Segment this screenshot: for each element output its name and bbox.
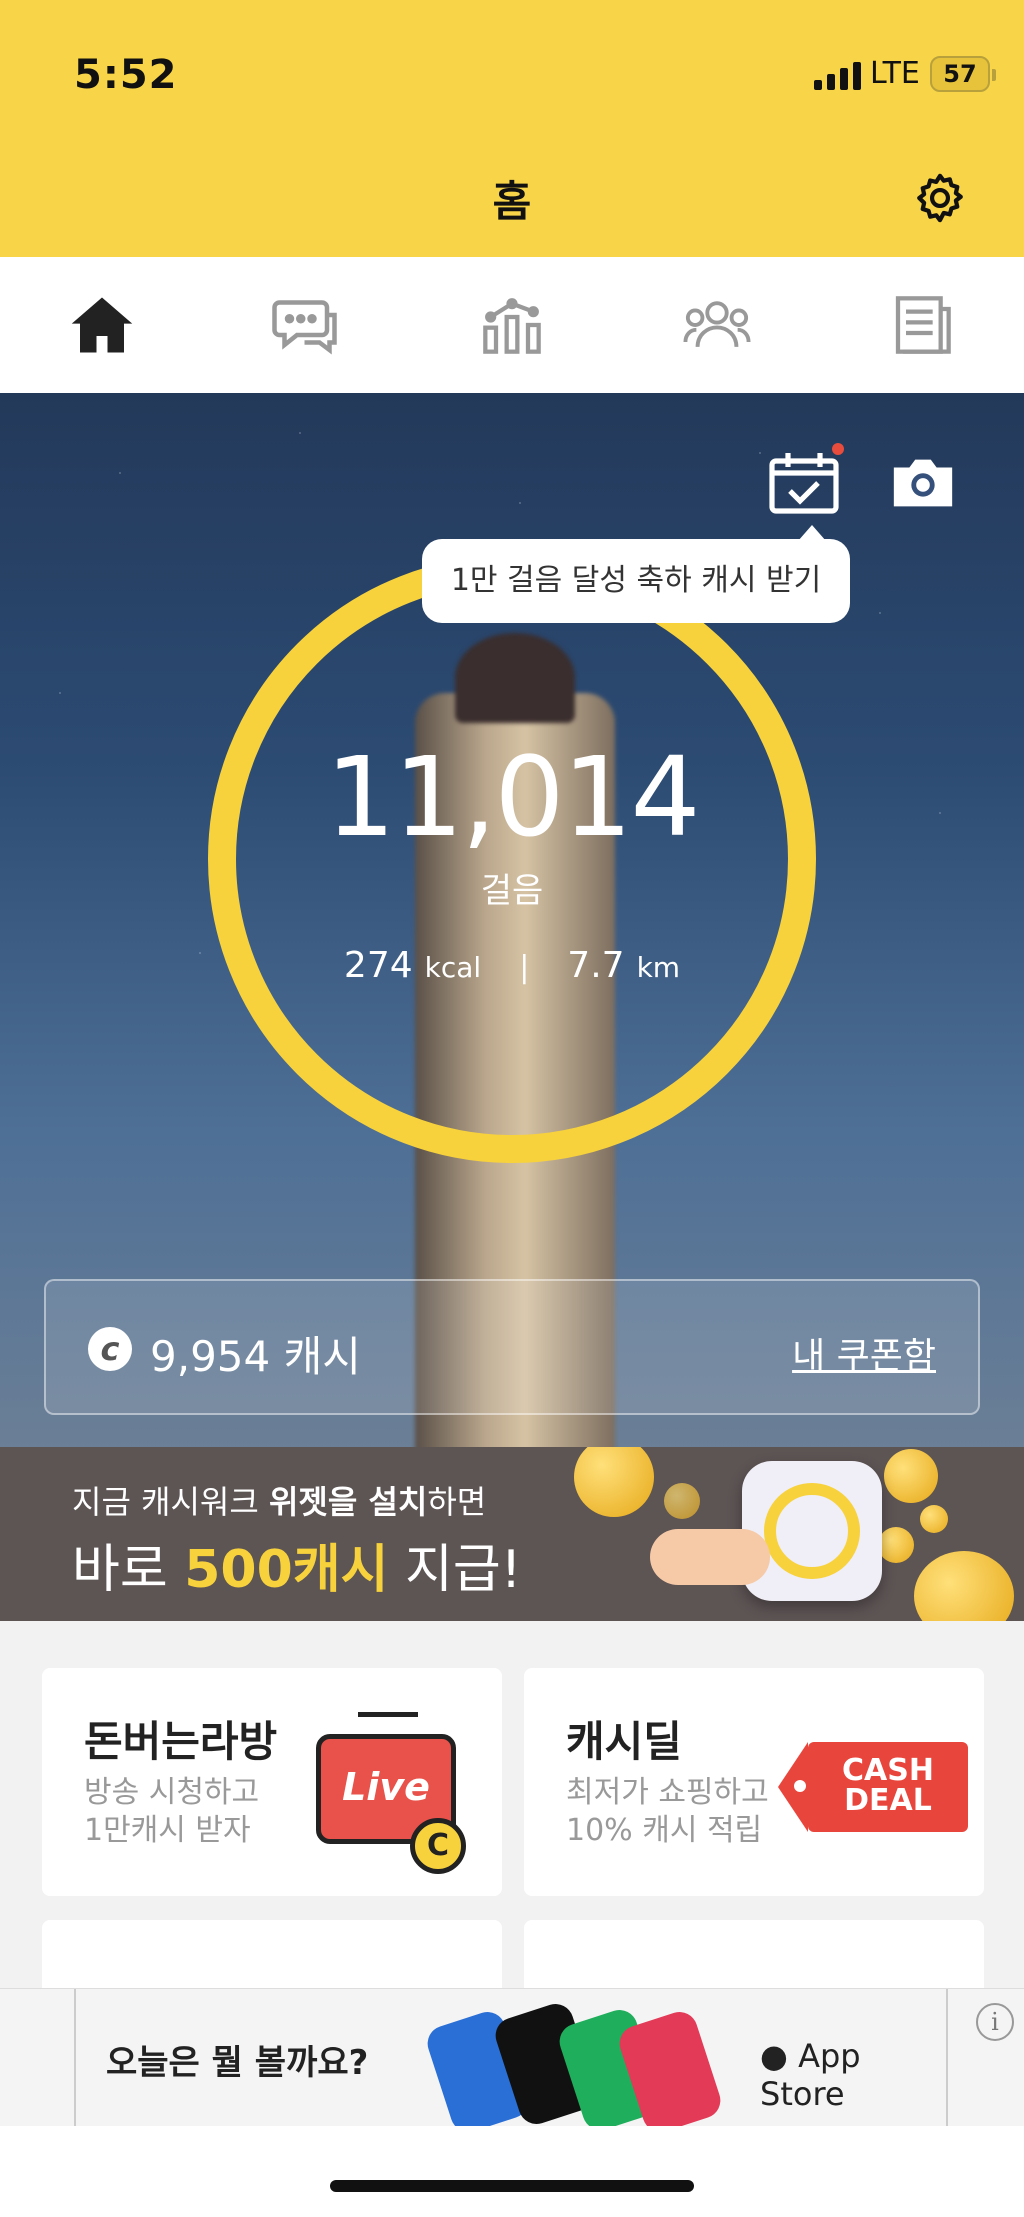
top-bar: 5:52 LTE 57 홈	[0, 0, 1024, 257]
page-title: 홈	[492, 177, 532, 226]
notification-dot	[832, 443, 844, 455]
widget-preview-icon	[742, 1461, 882, 1601]
distance-unit: km	[636, 951, 681, 984]
chat-icon	[272, 300, 337, 355]
banner-line2-text: 바로	[72, 1540, 185, 1600]
card-subtitle-line2: 1만캐시 받자	[84, 1813, 251, 1848]
card-subtitle-line1: 방송 시청하고	[84, 1775, 260, 1810]
distance-value: 7.7	[567, 945, 625, 986]
card-title: 캐시딜	[566, 1717, 682, 1766]
network-type: LTE	[870, 56, 920, 91]
apple-icon: ●	[760, 2037, 788, 2075]
gold-coin-icon	[920, 1505, 948, 1533]
gold-coin-icon	[664, 1483, 700, 1519]
banner-line2: 바로 500캐시 지급!	[72, 1527, 522, 1602]
group-icon	[683, 301, 751, 348]
coupon-box-link[interactable]: 내 쿠폰함	[792, 1327, 936, 1379]
cash-deal-label-2: DEAL	[844, 1783, 932, 1818]
camera-icon[interactable]	[888, 455, 958, 511]
tab-home[interactable]	[62, 285, 142, 365]
live-label: Live	[342, 1765, 430, 1809]
kcal-value: 274	[343, 945, 413, 986]
app-store-label: ● App Store	[760, 2037, 946, 2113]
banner-line1-bold: 위젯을 설치	[268, 1483, 428, 1521]
card-cash-deal[interactable]: 캐시딜 최저가 쇼핑하고 10% 캐시 적립 CASH DEAL	[524, 1668, 984, 1896]
tab-bar	[0, 257, 1024, 393]
gold-coin-icon	[878, 1527, 914, 1563]
cash-coin-icon: C	[410, 1818, 466, 1874]
home-icon	[72, 297, 133, 353]
gold-coin-icon	[884, 1449, 938, 1503]
ranking-icon	[483, 298, 541, 354]
ad-headline: 오늘은 뭘 볼까요?	[106, 2043, 369, 2083]
step-count: 11,014	[325, 733, 701, 861]
card-title: 돈버는라방	[84, 1717, 278, 1766]
ad-banner[interactable]: 오늘은 뭘 볼까요? ● App Store i	[0, 1988, 1024, 2137]
step-unit: 걸음	[480, 871, 544, 911]
cash-coin-icon: c	[88, 1327, 132, 1371]
tab-news[interactable]	[882, 285, 962, 365]
ad-content: 오늘은 뭘 볼까요? ● App Store	[74, 1989, 948, 2137]
cash-deal-tag-icon: CASH DEAL	[778, 1742, 968, 1832]
gear-icon[interactable]	[912, 170, 968, 226]
gold-coin-icon	[574, 1447, 654, 1517]
banner-line1-text: 지금 캐시워크	[72, 1483, 269, 1521]
card-subtitle: 최저가 쇼핑하고 10% 캐시 적립	[566, 1774, 769, 1850]
signal-icon	[814, 58, 861, 90]
banner-highlight: 500캐시	[184, 1540, 389, 1600]
info-icon[interactable]: i	[976, 2003, 1014, 2041]
home-indicator[interactable]	[330, 2180, 694, 2192]
tab-chat[interactable]	[267, 285, 347, 365]
card-subtitle-line2: 10% 캐시 적립	[566, 1813, 763, 1848]
card-subtitle-line1: 최저가 쇼핑하고	[566, 1775, 769, 1810]
tab-community[interactable]	[677, 285, 757, 365]
calendar-check-icon[interactable]	[768, 451, 840, 515]
gold-coin-icon	[914, 1551, 1014, 1621]
banner-line1: 지금 캐시워크 위젯을 설치하면	[72, 1477, 486, 1523]
news-icon	[895, 296, 951, 354]
banner-line1-suffix: 하면	[427, 1483, 487, 1521]
card-subtitle: 방송 시청하고 1만캐시 받자	[84, 1774, 259, 1850]
activity-metrics: 274 kcal | 7.7 km	[0, 945, 1024, 986]
metric-divider: |	[519, 950, 530, 985]
tab-ranking[interactable]	[472, 285, 552, 365]
widget-promo-banner[interactable]: 지금 캐시워크 위젯을 설치하면 바로 500캐시 지급!	[0, 1447, 1024, 1621]
kcal-unit: kcal	[424, 951, 482, 984]
cash-balance-box[interactable]: c 9,954 캐시 내 쿠폰함	[44, 1279, 980, 1415]
cash-deal-label-1: CASH	[842, 1753, 934, 1788]
celebration-tooltip[interactable]: 1만 걸음 달성 축하 캐시 받기	[422, 525, 850, 623]
status-time: 5:52	[74, 52, 178, 98]
banner-line2-suffix: 지급!	[388, 1540, 522, 1600]
card-live-shopping[interactable]: 돈버는라방 방송 시청하고 1만캐시 받자 Live C	[42, 1668, 502, 1896]
hand-pointer-icon	[650, 1529, 770, 1585]
cash-balance: 9,954 캐시	[150, 1332, 361, 1381]
home-indicator-area	[0, 2126, 1024, 2217]
battery-icon: 57	[930, 56, 996, 92]
hero-section: 1만 걸음 달성 축하 캐시 받기 11,014 걸음 274 kcal | 7…	[0, 393, 1024, 1447]
